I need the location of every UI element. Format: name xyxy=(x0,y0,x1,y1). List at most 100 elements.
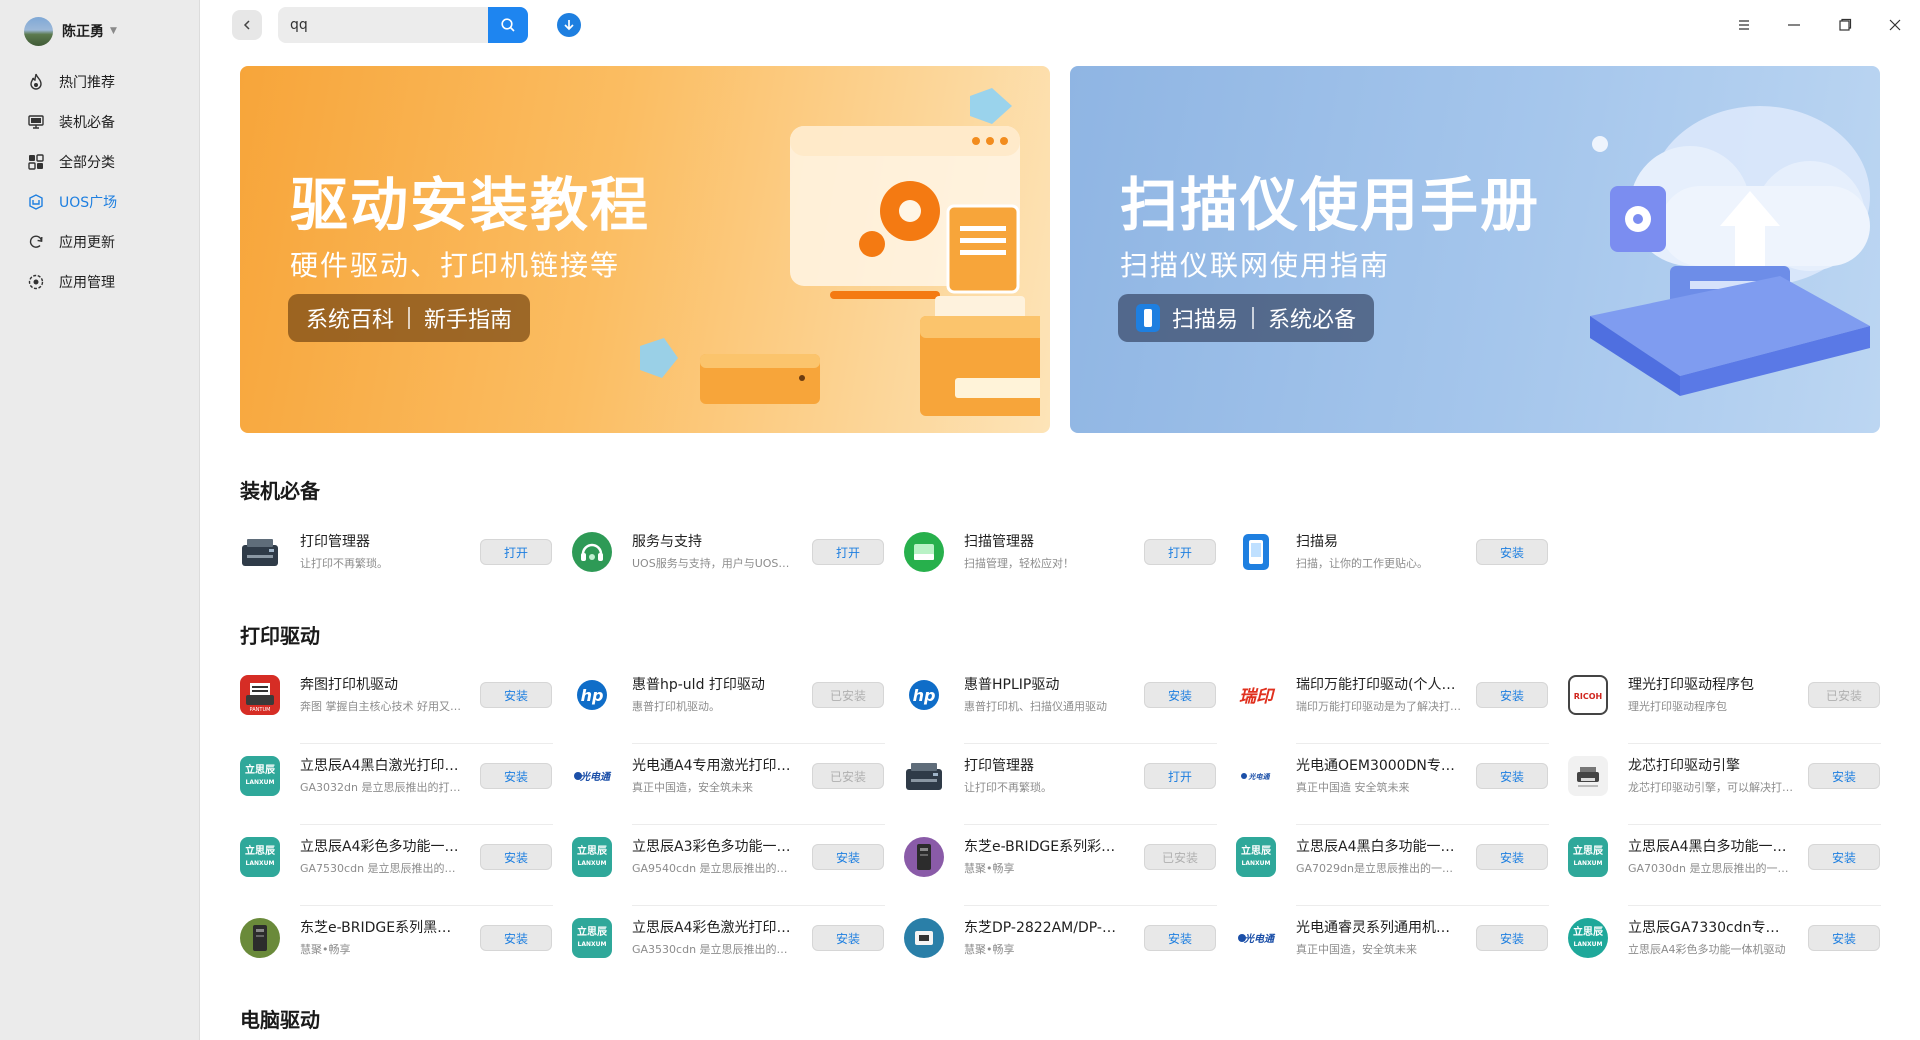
back-button[interactable] xyxy=(232,10,262,40)
app-card[interactable]: 东芝e-BRIDGE系列黑白驱动 慧聚•畅享 安装 xyxy=(240,908,553,968)
app-description: 让打印不再繁琐。 xyxy=(300,557,388,570)
user-name: 陈正勇 xyxy=(62,24,104,40)
svg-text:RICOH: RICOH xyxy=(1574,692,1603,701)
download-button[interactable] xyxy=(557,13,581,37)
app-card[interactable]: 立思辰LANXUM 立思辰A4黑白激光打印机驱动 GA3032dn 是立思辰推出… xyxy=(240,746,553,825)
install-button[interactable]: 安装 xyxy=(480,682,552,708)
sidebar-item-manage[interactable]: 应用管理 xyxy=(0,262,200,302)
app-card[interactable]: 龙芯打印驱动引擎 龙芯打印驱动引擎，可以解决打印问题 安装 xyxy=(1568,746,1881,825)
app-description: 慧聚•畅享 xyxy=(964,862,1015,875)
app-description: GA7530cdn 是立思辰推出的一体机 xyxy=(300,862,465,875)
app-card[interactable]: 光电通 光电通睿灵系列通用机驱动 真正中国造，安全筑未来 安装 xyxy=(1236,908,1549,968)
sidebar-item-updates[interactable]: 应用更新 xyxy=(0,222,200,262)
install-button[interactable]: 安装 xyxy=(1808,844,1880,870)
minimize-button[interactable] xyxy=(1781,12,1807,38)
divider xyxy=(1296,824,1549,825)
search-input[interactable] xyxy=(278,7,488,43)
app-name: 瑞印万能打印驱动(个人版) xyxy=(1296,677,1456,693)
app-card[interactable]: 服务与支持 UOS服务与支持，用户与UOS沟通的桥梁 打开 xyxy=(572,522,885,582)
app-name: 东芝e-BRIDGE系列黑白驱动 xyxy=(300,920,460,936)
user-menu[interactable]: 陈正勇 ▼ xyxy=(24,14,117,48)
install-button[interactable]: 安装 xyxy=(480,844,552,870)
open-button[interactable]: 打开 xyxy=(812,539,884,565)
app-card[interactable]: PANTUM 奔图打印机驱动 奔图 掌握自主核心技术 好用又安全 安装 xyxy=(240,665,553,744)
divider xyxy=(1296,905,1549,906)
app-description: 立思辰A4彩色多功能一体机驱动 xyxy=(1628,943,1786,956)
app-description: 扫描，让你的工作更贴心。 xyxy=(1296,557,1428,570)
installed-button[interactable]: 已安装 xyxy=(812,682,884,708)
app-card[interactable]: 立思辰LANXUM 立思辰A4彩色多功能一体机驱动 GA7530cdn 是立思辰… xyxy=(240,827,553,906)
open-button[interactable]: 打开 xyxy=(480,539,552,565)
app-description: 扫描管理，轻松应对！ xyxy=(964,557,1074,570)
install-button[interactable]: 安装 xyxy=(1144,682,1216,708)
search-button[interactable] xyxy=(488,7,528,43)
section-title-essentials: 装机必备 xyxy=(240,479,320,503)
app-card[interactable]: 东芝e-BRIDGE系列彩色驱动 慧聚•畅享 已安装 xyxy=(904,827,1217,906)
avatar[interactable] xyxy=(24,16,53,46)
app-card[interactable]: 光电通 光电通A4专用激光打印机驱动 真正中国造，安全筑未来 已安装 xyxy=(572,746,885,825)
app-card[interactable]: 打印管理器 让打印不再繁琐。 打开 xyxy=(240,522,553,582)
banner-driver-tutorial[interactable]: 驱动安装教程 硬件驱动、打印机链接等 系统百科 新手指南 xyxy=(240,66,1050,433)
banner-tag: 新手指南 xyxy=(424,308,513,333)
search-bar xyxy=(278,7,528,43)
sidebar-item-label: UOS广场 xyxy=(59,195,118,211)
sidebar-item-categories[interactable]: 全部分类 xyxy=(0,142,200,182)
app-card[interactable]: 光电通 光电通OEM3000DN专用驱动 真正中国造 安全筑未来 安装 xyxy=(1236,746,1549,825)
app-card[interactable]: 立思辰LANXUM 立思辰A3彩色多功能一体机驱动 GA9540cdn 是立思辰… xyxy=(572,827,885,906)
sidebar-item-hot[interactable]: 热门推荐 xyxy=(0,62,200,102)
toshiba-icon xyxy=(240,918,280,958)
install-button[interactable]: 安装 xyxy=(1476,539,1548,565)
app-card[interactable]: 打印管理器 让打印不再繁琐。 打开 xyxy=(904,746,1217,825)
app-card[interactable]: RICOH 理光打印驱动程序包 理光打印驱动程序包 已安装 xyxy=(1568,665,1881,744)
chevron-left-icon xyxy=(243,20,250,30)
app-card[interactable]: 立思辰LANXUM 立思辰A4彩色激光打印机驱动 GA3530cdn 是立思辰推… xyxy=(572,908,885,968)
install-button[interactable]: 安装 xyxy=(1476,844,1548,870)
install-button[interactable]: 安装 xyxy=(1476,925,1548,951)
app-card[interactable]: 瑞印 瑞印万能打印驱动(个人版) 瑞印万能打印驱动是为了解决打印难题 安装 xyxy=(1236,665,1549,744)
install-button[interactable]: 安装 xyxy=(480,925,552,951)
sidebar-item-uos-square[interactable]: UOS广场 xyxy=(0,182,200,222)
installed-button[interactable]: 已安装 xyxy=(1144,844,1216,870)
installed-button[interactable]: 已安装 xyxy=(812,763,884,789)
install-button[interactable]: 安装 xyxy=(1144,925,1216,951)
divider xyxy=(632,905,885,906)
app-card[interactable]: 扫描管理器 扫描管理，轻松应对！ 打开 xyxy=(904,522,1217,582)
printer-manager-icon xyxy=(240,532,280,572)
divider xyxy=(964,824,1217,825)
app-card[interactable]: 扫描易 扫描，让你的工作更贴心。 安装 xyxy=(1236,522,1549,582)
open-button[interactable]: 打开 xyxy=(1144,539,1216,565)
install-button[interactable]: 安装 xyxy=(1476,682,1548,708)
lanxum-icon: 立思辰 LANXUM xyxy=(572,837,612,877)
app-card[interactable]: 立思辰LANXUM 立思辰A4黑白多功能一体机驱动 GA7030dn 是立思辰推… xyxy=(1568,827,1881,906)
maximize-button[interactable] xyxy=(1832,12,1858,38)
service-support-icon xyxy=(572,532,612,572)
app-card[interactable]: 立思辰LANXUM 立思辰A4黑白多功能一体机驱动 GA7029dn是立思辰推出… xyxy=(1236,827,1549,906)
svg-text:光电通: 光电通 xyxy=(1243,933,1276,945)
menu-button[interactable] xyxy=(1731,12,1757,38)
sidebar-item-essentials[interactable]: 装机必备 xyxy=(0,102,200,142)
app-name: 惠普hp-uld 打印驱动 xyxy=(632,677,765,693)
chevron-down-icon[interactable]: ▼ xyxy=(110,26,117,36)
banner-subtitle: 硬件驱动、打印机链接等 xyxy=(290,249,621,282)
svg-text:瑞印: 瑞印 xyxy=(1239,687,1276,707)
close-button[interactable] xyxy=(1882,12,1908,38)
scanner-manager-icon xyxy=(904,532,944,572)
install-button[interactable]: 安装 xyxy=(480,763,552,789)
app-name: 立思辰A4黑白多功能一体机驱动 xyxy=(1296,839,1456,855)
menu-icon xyxy=(1739,20,1749,30)
banner-scanner-manual[interactable]: 扫描仪使用手册 扫描仪联网使用指南 扫描易 系统必备 xyxy=(1070,66,1880,433)
install-button[interactable]: 安装 xyxy=(1808,925,1880,951)
app-card[interactable]: hp 惠普hp-uld 打印驱动 惠普打印机驱动。 已安装 xyxy=(572,665,885,744)
hp-icon: hp xyxy=(572,675,612,715)
app-name: 立思辰A4彩色激光打印机驱动 xyxy=(632,920,792,936)
install-button[interactable]: 安装 xyxy=(1808,763,1880,789)
open-button[interactable]: 打开 xyxy=(1144,763,1216,789)
install-button[interactable]: 安装 xyxy=(1476,763,1548,789)
installed-button[interactable]: 已安装 xyxy=(1808,682,1880,708)
install-button[interactable]: 安装 xyxy=(812,844,884,870)
app-card[interactable]: 东芝DP-2822AM/DP-2829A驱动 慧聚•畅享 安装 xyxy=(904,908,1217,968)
app-card[interactable]: 立思辰LANXUM 立思辰GA7330cdn专用驱动 立思辰A4彩色多功能一体机… xyxy=(1568,908,1881,968)
banner-tag: 系统必备 xyxy=(1268,308,1357,333)
app-card[interactable]: hp 惠普HPLIP驱动 惠普打印机、扫描仪通用驱动 安装 xyxy=(904,665,1217,744)
install-button[interactable]: 安装 xyxy=(812,925,884,951)
